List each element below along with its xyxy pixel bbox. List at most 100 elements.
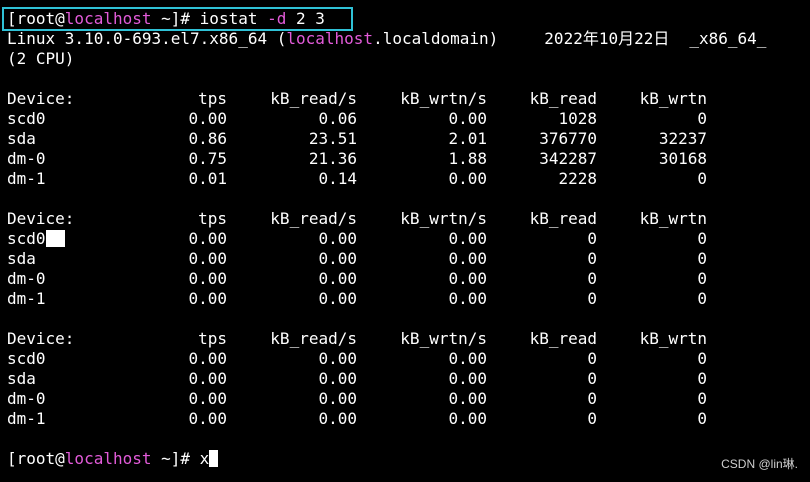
column-header-kb-wrtn-per-s: kB_wrtn/s [400, 209, 487, 228]
column-header-kb-read: kB_read [529, 329, 597, 348]
device-row: scd0 0.00 0.00 0.00 0 0 [7, 349, 810, 369]
cell-kb-read: 0 [587, 269, 597, 288]
cell-kb-wrtn-per-s: 0.00 [448, 249, 487, 268]
cell-kb-wrtn: 30168 [658, 149, 707, 168]
selection-block [45, 230, 65, 247]
watermark: CSDN @lin琳. [721, 457, 798, 471]
prompt-open: [root@ [7, 449, 65, 468]
device-row: sda 0.86 23.51 2.01 376770 32237 [7, 129, 810, 149]
cell-kb-wrtn: 0 [697, 409, 707, 428]
prompt-host: localhost [64, 9, 152, 28]
system-host: localhost [286, 29, 374, 48]
cell-kb-wrtn-per-s: 0.00 [448, 409, 487, 428]
iostat-report: Device: tps kB_read/s kB_wrtn/s kB_read kB_wr… [7, 89, 810, 209]
cell-kb-read-per-s: 0.06 [318, 109, 357, 128]
cell-device: sda [7, 369, 36, 388]
device-row: scd0 0.00 0.00 0.00 0 0 [7, 229, 810, 249]
column-header-kb-wrtn-per-s: kB_wrtn/s [400, 329, 487, 348]
cell-kb-wrtn: 0 [697, 269, 707, 288]
device-row: scd0 0.00 0.06 0.00 1028 0 [7, 109, 810, 129]
text-cursor [209, 450, 219, 467]
device-row: dm-1 0.00 0.00 0.00 0 0 [7, 409, 810, 429]
command-name: iostat [199, 9, 268, 28]
cell-kb-read-per-s: 0.00 [318, 269, 357, 288]
cell-device: dm-1 [7, 169, 46, 188]
system-domain: .localdomain) [373, 29, 499, 48]
cell-kb-read: 0 [587, 409, 597, 428]
cell-kb-wrtn-per-s: 0.00 [448, 229, 487, 248]
cell-kb-wrtn-per-s: 1.88 [448, 149, 487, 168]
cell-device: scd0 [7, 109, 46, 128]
cell-kb-read-per-s: 0.00 [318, 409, 357, 428]
column-header-device: Device: [7, 329, 75, 348]
cell-kb-read: 0 [587, 229, 597, 248]
terminal-window[interactable]: [root@localhost ~]# iostat -d 2 3 Linux … [0, 0, 810, 482]
cell-tps: 0.00 [188, 349, 227, 368]
column-header-kb-read: kB_read [529, 89, 597, 108]
column-header-kb-wrtn: kB_wrtn [639, 89, 707, 108]
iostat-report: Device: tps kB_read/s kB_wrtn/s kB_read kB_wr… [7, 209, 810, 329]
cell-tps: 0.00 [188, 109, 227, 128]
cell-kb-read: 1028 [558, 109, 597, 128]
device-row: dm-0 0.00 0.00 0.00 0 0 [7, 269, 810, 289]
cell-kb-read: 0 [587, 289, 597, 308]
cell-kb-read-per-s: 0.00 [318, 249, 357, 268]
cell-tps: 0.86 [188, 129, 227, 148]
column-header-kb-wrtn: kB_wrtn [639, 209, 707, 228]
device-row: sda 0.00 0.00 0.00 0 0 [7, 369, 810, 389]
input-line[interactable]: [root@localhost ~]# x [7, 449, 810, 469]
cell-device: dm-1 [7, 289, 46, 308]
cell-tps: 0.00 [188, 269, 227, 288]
cell-tps: 0.00 [188, 289, 227, 308]
cell-tps: 0.00 [188, 229, 227, 248]
column-header-tps: tps [198, 89, 227, 108]
device-row: sda 0.00 0.00 0.00 0 0 [7, 249, 810, 269]
command-line: [root@localhost ~]# iostat -d 2 3 [7, 9, 810, 29]
column-header-tps: tps [198, 209, 227, 228]
current-input[interactable]: x [200, 449, 210, 468]
command-args: 2 3 [286, 9, 325, 28]
cell-kb-wrtn-per-s: 0.00 [448, 109, 487, 128]
cell-kb-read-per-s: 0.00 [318, 289, 357, 308]
column-header-tps: tps [198, 329, 227, 348]
system-arch: _x86_64_ [689, 29, 767, 48]
device-row: dm-1 0.01 0.14 0.00 2228 0 [7, 169, 810, 189]
cell-device: sda [7, 249, 36, 268]
cell-kb-read-per-s: 0.00 [318, 229, 357, 248]
report-header-row: Device: tps kB_read/s kB_wrtn/s kB_read kB_wr… [7, 329, 810, 349]
cell-kb-wrtn: 0 [697, 349, 707, 368]
cell-kb-wrtn: 32237 [658, 129, 707, 148]
cell-kb-wrtn: 0 [697, 369, 707, 388]
prompt-open: [root@ [7, 9, 65, 28]
cell-tps: 0.01 [188, 169, 227, 188]
system-info-line: Linux 3.10.0-693.el7.x86_64 (localhost.l… [7, 29, 810, 49]
column-header-kb-read: kB_read [529, 209, 597, 228]
report-header-row: Device: tps kB_read/s kB_wrtn/s kB_read kB_wr… [7, 209, 810, 229]
device-row: dm-0 0.00 0.00 0.00 0 0 [7, 389, 810, 409]
cell-kb-read-per-s: 0.00 [318, 349, 357, 368]
cell-kb-read-per-s: 0.14 [318, 169, 357, 188]
column-header-kb-read-per-s: kB_read/s [270, 209, 357, 228]
cell-kb-wrtn: 0 [697, 249, 707, 268]
column-header-device: Device: [7, 89, 75, 108]
cell-kb-read: 2228 [558, 169, 597, 188]
cell-tps: 0.00 [188, 369, 227, 388]
column-header-kb-wrtn: kB_wrtn [639, 329, 707, 348]
column-header-device: Device: [7, 209, 75, 228]
iostat-report: Device: tps kB_read/s kB_wrtn/s kB_read kB_wr… [7, 329, 810, 429]
device-row: dm-0 0.75 21.36 1.88 342287 30168 [7, 149, 810, 169]
cell-device: dm-1 [7, 409, 46, 428]
cell-kb-wrtn: 0 [697, 389, 707, 408]
cell-kb-wrtn-per-s: 0.00 [448, 389, 487, 408]
cell-kb-wrtn-per-s: 0.00 [448, 269, 487, 288]
cell-kb-read: 342287 [539, 149, 597, 168]
cell-kb-wrtn-per-s: 0.00 [448, 289, 487, 308]
cell-kb-wrtn-per-s: 2.01 [448, 129, 487, 148]
cell-kb-wrtn-per-s: 0.00 [448, 369, 487, 388]
prompt-host: localhost [64, 449, 152, 468]
cell-device: scd0 [7, 349, 46, 368]
